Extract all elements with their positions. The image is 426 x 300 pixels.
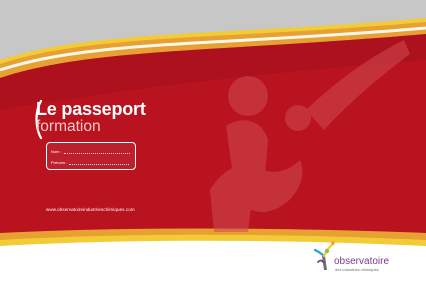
logo-tagline: des industries chimiques	[335, 267, 379, 272]
identity-form-box: Nom : Prénom :	[46, 142, 136, 170]
firstname-field[interactable]	[69, 160, 130, 165]
observatoire-logo: observatoire des industries chimiques	[313, 240, 403, 276]
title-line-2: formation	[36, 118, 101, 135]
logo-figure-icon	[313, 241, 335, 270]
name-label: Nom :	[51, 149, 62, 154]
passport-cover: Le passeport formation Nom : Prénom : ww…	[0, 0, 426, 300]
website-link[interactable]: www.observatoireindustrieschimiques.com	[46, 207, 135, 213]
title-line-1: Le passeport	[36, 99, 146, 119]
firstname-row: Prénom :	[51, 157, 130, 165]
name-field[interactable]	[63, 149, 130, 154]
name-row: Nom :	[51, 146, 130, 154]
cover-title: Le passeport formation	[36, 100, 146, 135]
firstname-label: Prénom :	[51, 160, 68, 165]
logo-name: observatoire	[334, 256, 390, 267]
